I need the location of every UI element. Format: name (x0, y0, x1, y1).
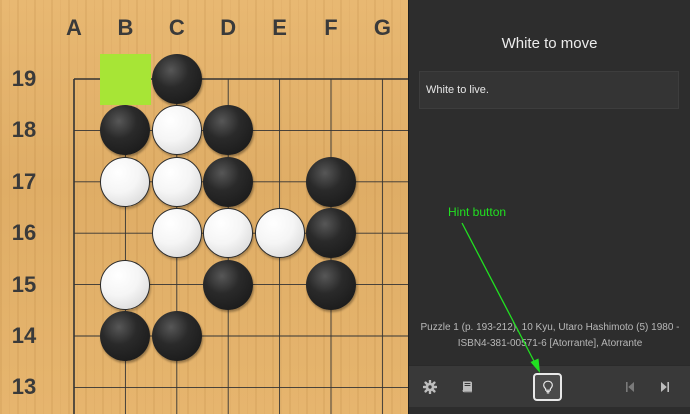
column-label: C (168, 15, 185, 40)
white-stone (100, 156, 151, 207)
move-status-title: White to move (501, 35, 598, 52)
puzzle-source: Puzzle 1 (p. 193-212), 10 Kyu, Utaro Has… (420, 322, 680, 349)
skip-to-start-icon (626, 381, 634, 392)
row-label: 17 (11, 168, 37, 194)
lightbulb-icon (542, 380, 553, 394)
column-label: E (272, 15, 287, 40)
white-stone (151, 208, 202, 259)
white-stone (151, 156, 202, 207)
board-grid (73, 78, 408, 414)
first-move-button[interactable] (615, 366, 645, 407)
row-label: 19 (11, 66, 37, 91)
comment-box: White to live. (419, 71, 679, 109)
toolbar (409, 365, 690, 407)
gear-icon (423, 379, 437, 394)
white-stone (254, 208, 305, 259)
row-label: 15 (11, 271, 37, 297)
column-label: G (373, 15, 391, 40)
column-label: A (66, 15, 82, 40)
settings-button[interactable] (415, 366, 445, 407)
row-label: 14 (11, 323, 37, 348)
hint-button-annotation-label: Hint button (448, 205, 507, 219)
black-stone (151, 54, 202, 104)
skip-forward-icon (661, 381, 669, 392)
black-stone (203, 156, 254, 207)
book-icon (462, 381, 472, 393)
black-stone (306, 259, 356, 310)
black-stone (306, 208, 356, 259)
column-label: D (220, 15, 237, 40)
comment-text: White to live. (426, 84, 489, 96)
black-stone (203, 259, 254, 310)
row-label: 18 (11, 117, 37, 143)
column-label: B (117, 15, 134, 40)
white-stone (151, 105, 202, 156)
white-stone (100, 259, 151, 310)
last-move-highlight (100, 54, 152, 105)
column-label: F (324, 15, 338, 40)
next-move-button[interactable] (650, 366, 680, 407)
black-stone (151, 311, 202, 361)
hint-button[interactable] (533, 373, 562, 401)
row-label: 16 (11, 220, 37, 246)
black-stone (306, 156, 356, 207)
row-label: 13 (11, 374, 37, 400)
go-board[interactable]: A B C D E F G 19 18 17 16 15 14 13 (0, 0, 408, 414)
book-button[interactable] (452, 366, 482, 407)
